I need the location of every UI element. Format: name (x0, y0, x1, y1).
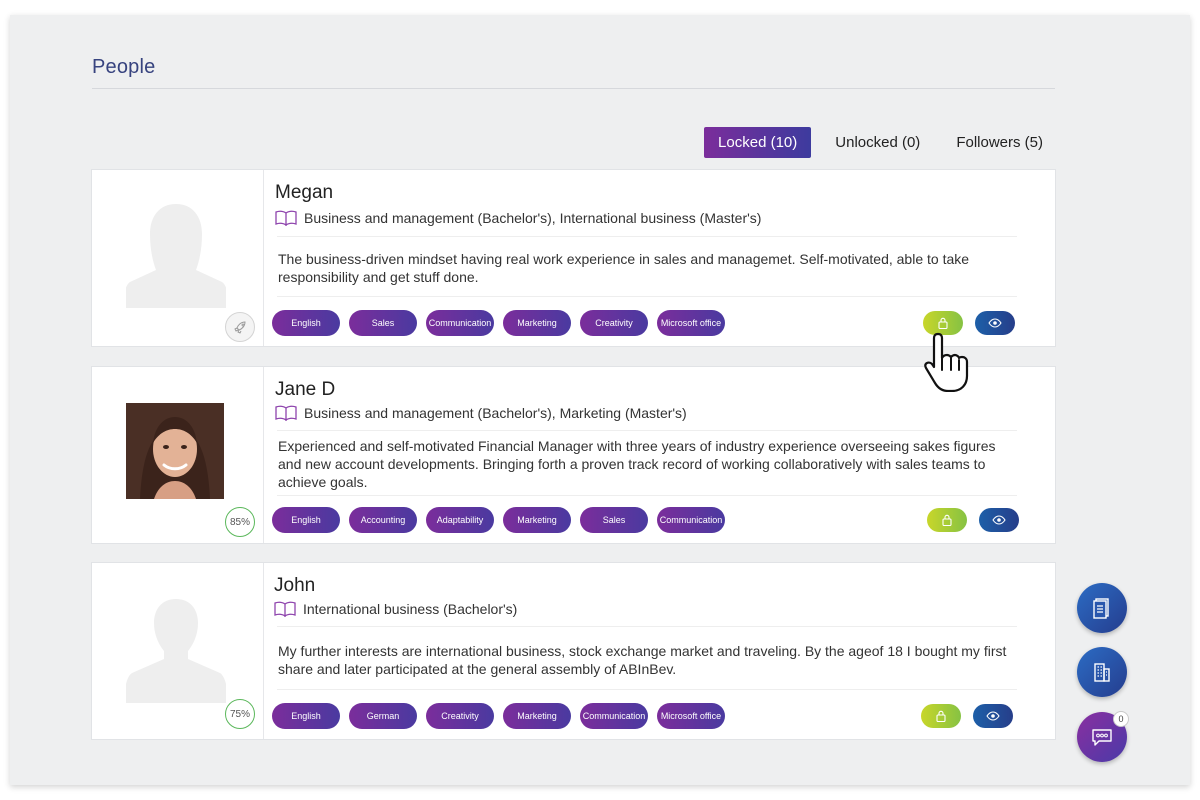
profile-content: John International business (Bachelor's)… (272, 563, 1055, 739)
profile-description: My further interests are international b… (278, 643, 1007, 677)
skill-chip[interactable]: Communication (657, 507, 725, 533)
divider (277, 626, 1017, 627)
documents-button[interactable] (1077, 583, 1127, 633)
skill-chip[interactable]: Microsoft office (657, 310, 725, 336)
rocket-icon (234, 321, 246, 334)
profile-description: The business-driven mindset having real … (278, 251, 970, 285)
profile-content: Jane D Business and management (Bachelor… (272, 367, 1055, 543)
tab-locked[interactable]: Locked (10) (704, 127, 812, 158)
skill-chip[interactable]: Communication (426, 310, 494, 336)
avatar-panel: 85% (92, 367, 264, 543)
eye-icon (992, 515, 1006, 525)
profile-card[interactable]: 85% Jane D Business and management (Bach… (91, 366, 1056, 544)
education-line: Business and management (Bachelor's), Ma… (275, 405, 687, 421)
education-line: Business and management (Bachelor's), In… (275, 210, 761, 226)
profile-photo (126, 403, 224, 499)
document-icon (1093, 598, 1109, 619)
divider (277, 495, 1017, 496)
eye-icon (986, 711, 1000, 721)
skill-chip[interactable]: English (272, 507, 340, 533)
building-icon (1094, 663, 1110, 682)
companies-button[interactable] (1077, 647, 1127, 697)
profile-name: Megan (275, 182, 334, 203)
skill-list: English German Creativity Marketing Comm… (272, 703, 725, 729)
lock-icon (938, 317, 948, 329)
chat-bubble-icon (1092, 729, 1112, 746)
view-profile-button[interactable] (975, 311, 1015, 335)
divider (277, 430, 1017, 431)
male-avatar-icon (126, 599, 226, 703)
skill-chip[interactable]: Sales (349, 310, 417, 336)
unlock-button[interactable] (927, 508, 967, 532)
card-actions (921, 704, 1013, 728)
skill-list: English Sales Communication Marketing Cr… (272, 310, 725, 336)
profile-description: Experienced and self-motivated Financial… (278, 438, 996, 490)
portrait-image (126, 403, 224, 499)
page-title: People (92, 56, 156, 78)
title-divider (92, 88, 1055, 89)
unlock-button[interactable] (921, 704, 961, 728)
profile-card[interactable]: Megan Business and management (Bachelor'… (91, 169, 1056, 347)
tab-followers[interactable]: Followers (5) (944, 127, 1055, 158)
skill-chip[interactable]: Accounting (349, 507, 417, 533)
hand-cursor-icon (924, 332, 969, 392)
profile-content: Megan Business and management (Bachelor'… (272, 170, 1055, 346)
education-line: International business (Bachelor's) (274, 601, 517, 617)
skill-chip[interactable]: Marketing (503, 507, 571, 533)
completion-badge: 85% (225, 507, 255, 537)
avatar-panel (92, 170, 264, 346)
divider (277, 689, 1017, 690)
skill-chip[interactable]: Creativity (426, 703, 494, 729)
skill-chip[interactable]: Communication (580, 703, 648, 729)
profile-card[interactable]: 75% John International business (Bachelo… (91, 562, 1056, 740)
lock-icon (936, 710, 946, 722)
skill-chip[interactable]: Microsoft office (657, 703, 725, 729)
profile-name: Jane D (275, 379, 336, 400)
lock-icon (942, 514, 952, 526)
education-text: International business (Bachelor's) (303, 601, 518, 617)
book-icon (275, 210, 297, 226)
avatar-panel: 75% (92, 563, 264, 739)
divider (277, 296, 1017, 297)
book-icon (275, 405, 297, 421)
skill-chip[interactable]: Marketing (503, 310, 571, 336)
chat-count-badge: 0 (1113, 711, 1129, 727)
card-actions (927, 508, 1019, 532)
tab-bar: Locked (10) Unlocked (0) Followers (5) (704, 127, 1055, 158)
eye-icon (988, 318, 1002, 328)
profile-name: John (274, 575, 316, 596)
skill-list: English Accounting Adaptability Marketin… (272, 507, 725, 533)
skill-chip[interactable]: Creativity (580, 310, 648, 336)
divider (277, 236, 1017, 237)
view-profile-button[interactable] (973, 704, 1013, 728)
book-icon (274, 601, 296, 617)
education-text: Business and management (Bachelor's), In… (304, 210, 762, 226)
skill-chip[interactable]: Adaptability (426, 507, 494, 533)
skill-chip[interactable]: English (272, 703, 340, 729)
skill-chip[interactable]: Marketing (503, 703, 571, 729)
skill-chip[interactable]: German (349, 703, 417, 729)
completion-badge: 75% (225, 699, 255, 729)
skill-chip[interactable]: Sales (580, 507, 648, 533)
education-text: Business and management (Bachelor's), Ma… (304, 405, 687, 421)
female-avatar-icon (126, 204, 226, 308)
rocket-badge (225, 312, 255, 342)
view-profile-button[interactable] (979, 508, 1019, 532)
tab-unlocked[interactable]: Unlocked (0) (823, 127, 932, 158)
skill-chip[interactable]: English (272, 310, 340, 336)
